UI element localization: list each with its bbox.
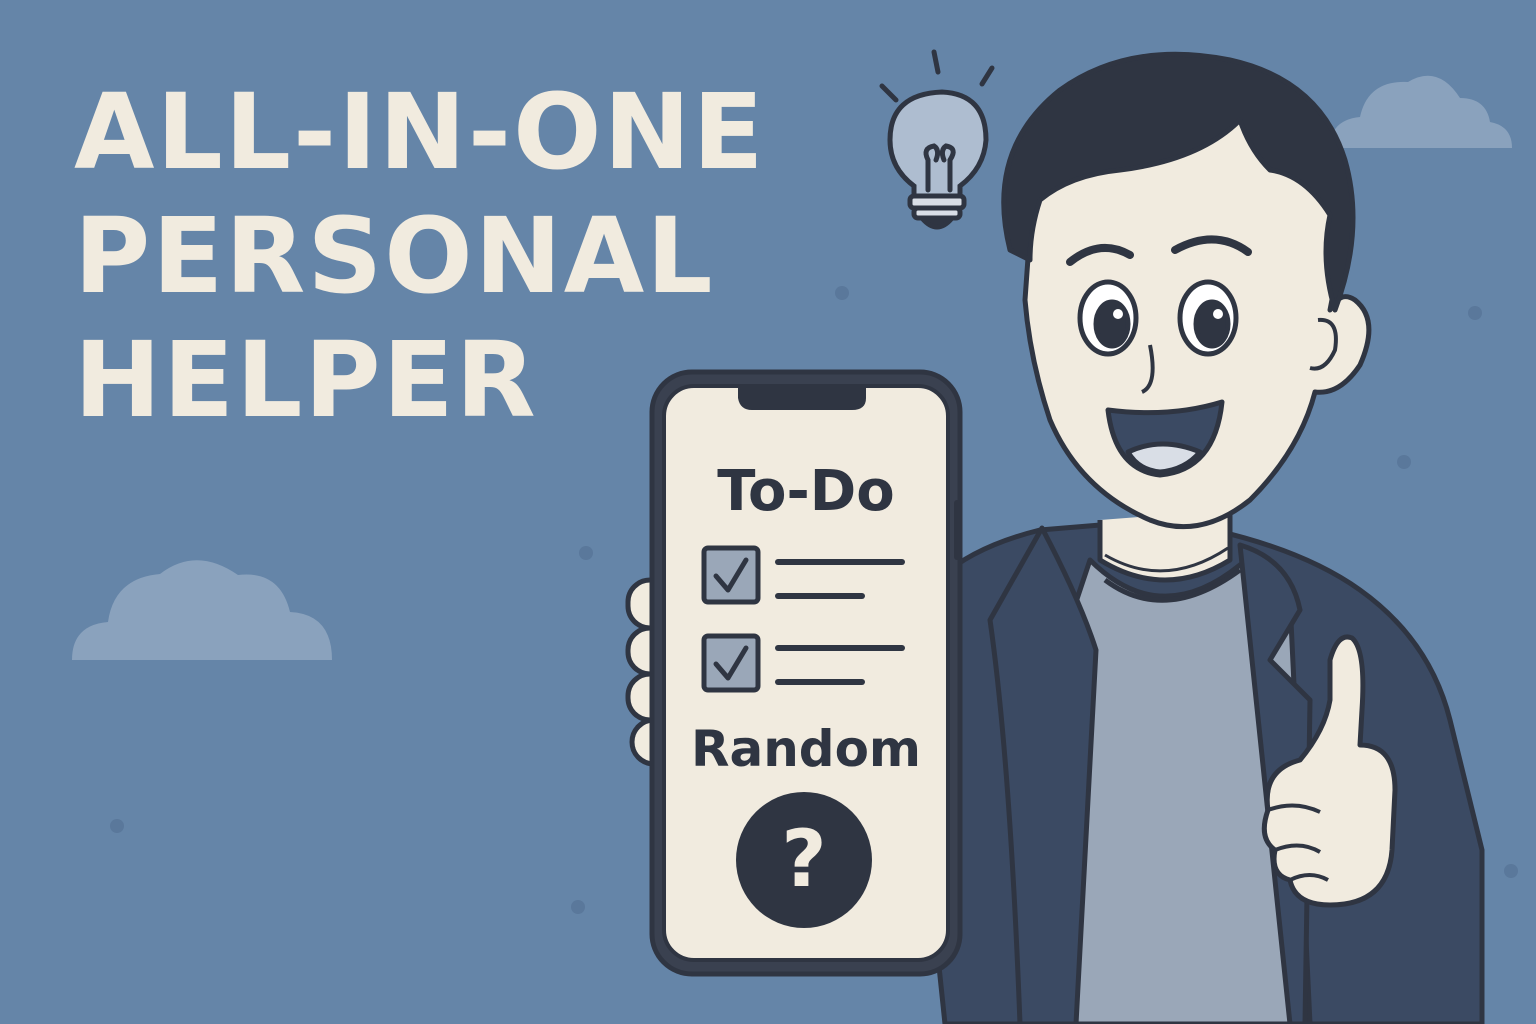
headline: ALL-IN-ONE PERSONAL HELPER	[74, 70, 766, 442]
headline-line-1: ALL-IN-ONE	[74, 71, 766, 193]
headline-line-3: HELPER	[74, 319, 538, 441]
cloud-icon	[72, 560, 332, 660]
illustration-canvas: To-Do Random ? ALL-IN-ONE PERSONAL HELPE…	[0, 0, 1536, 1024]
todo-title: To-Do	[717, 459, 894, 524]
random-symbol: ?	[781, 815, 826, 905]
character-head	[1001, 51, 1372, 530]
random-title: Random	[691, 720, 921, 778]
question-mark-icon: ?	[736, 792, 872, 928]
lightbulb-icon	[879, 49, 995, 230]
headline-line-2: PERSONAL	[74, 195, 715, 317]
cloud-icon	[1330, 75, 1512, 148]
character-body	[902, 510, 1485, 1024]
